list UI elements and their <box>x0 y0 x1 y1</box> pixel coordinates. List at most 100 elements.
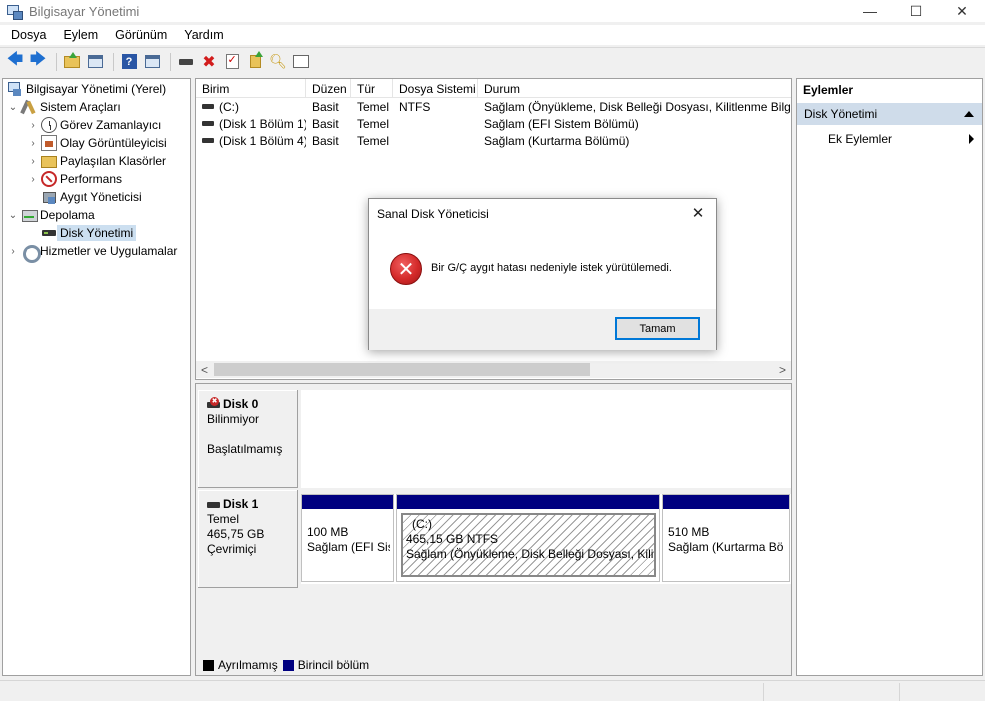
chevron-down-icon[interactable]: ⌄ <box>7 102 19 113</box>
back-button[interactable]: 🡄 <box>5 51 25 72</box>
partition-status: Sağlam (EFI Sis <box>307 540 390 554</box>
volume-icon <box>202 104 214 109</box>
ok-button[interactable]: Tamam <box>615 317 700 340</box>
partition-recovery[interactable]: 510 MB Sağlam (Kurtarma Bö <box>662 494 790 582</box>
disk-name: Disk 0 <box>223 397 259 411</box>
maximize-button[interactable]: ☐ <box>893 0 939 22</box>
connect-drive-button[interactable] <box>176 52 196 72</box>
status-bar <box>0 680 985 701</box>
tree-item-label: Sistem Araçları <box>40 100 121 114</box>
computer-icon <box>7 81 23 97</box>
table-row[interactable]: (Disk 1 Bölüm 4) Basit Temel Sağlam (Kur… <box>196 132 791 149</box>
menu-action[interactable]: Eylem <box>57 28 104 42</box>
volume-filesystem <box>393 132 478 149</box>
tree-item-device-manager[interactable]: Aygıt Yöneticisi <box>39 188 142 206</box>
scroll-right-icon[interactable]: > <box>774 361 791 378</box>
chevron-down-icon[interactable]: ⌄ <box>7 210 19 221</box>
menu-bar: Dosya Eylem Görünüm Yardım <box>0 25 985 45</box>
tree-item-services[interactable]: › Hizmetler ve Uygulamalar <box>7 242 177 263</box>
scroll-left-icon[interactable]: < <box>196 361 213 378</box>
volume-status: Sağlam (EFI Sistem Bölümü) <box>484 116 639 131</box>
tree-item-disk-management[interactable]: Disk Yönetimi <box>39 224 137 242</box>
menu-help[interactable]: Yardım <box>178 28 229 42</box>
console-tree-icon <box>87 55 103 68</box>
disk-status: Başlatılmamış <box>207 442 283 456</box>
column-header-filesystem[interactable]: Dosya Sistemi <box>393 79 478 98</box>
primary-partition-bar <box>663 495 789 509</box>
scrollbar-thumb[interactable] <box>214 363 590 376</box>
horizontal-scrollbar[interactable]: < > <box>196 361 791 378</box>
disk-1-label[interactable]: Disk 1 Temel 465,75 GB Çevrimiçi <box>198 490 298 588</box>
volume-layout: Basit <box>312 116 339 131</box>
status-segment <box>899 683 985 701</box>
chevron-right-icon[interactable]: › <box>27 120 39 131</box>
partition-status: Sağlam (Kurtarma Bö <box>668 540 784 554</box>
menu-file[interactable]: Dosya <box>5 28 52 42</box>
show-hide-action-pane-button[interactable] <box>142 52 162 72</box>
partition-size: 100 MB <box>307 525 349 539</box>
partition-size: 465,15 GB NTFS <box>406 532 499 546</box>
actions-section-label: Disk Yönetimi <box>804 107 878 121</box>
delete-button[interactable]: ✖ <box>199 52 219 72</box>
chevron-right-icon[interactable]: › <box>27 138 39 149</box>
minimize-button[interactable]: — <box>847 0 893 22</box>
dialog-message: Bir G/Ç aygıt hatası nedeniyle istek yür… <box>431 262 672 274</box>
show-hide-tree-button[interactable] <box>85 52 105 72</box>
tree-item-system-tools[interactable]: ⌄ Sistem Araçları <box>7 98 121 116</box>
column-header-status[interactable]: Durum <box>478 79 791 98</box>
help-icon: ? <box>121 54 137 69</box>
chevron-right-icon[interactable]: › <box>27 174 39 185</box>
tools-icon <box>21 99 37 115</box>
tree-item-task-scheduler[interactable]: › Görev Zamanlayıcı <box>27 116 161 134</box>
clock-icon <box>41 117 57 133</box>
help-button[interactable]: ? <box>119 52 139 72</box>
forward-button[interactable]: 🡆 <box>28 51 48 72</box>
table-row[interactable]: (C:) Basit Temel NTFS Sağlam (Önyükleme,… <box>196 98 791 115</box>
disk-0-label[interactable]: Disk 0 Bilinmiyor Başlatılmamış <box>198 390 298 488</box>
partition-status: Sağlam (Önyükleme, Disk Belleği Dosyası,… <box>406 547 656 561</box>
volume-status: Sağlam (Kurtarma Bölümü) <box>484 133 630 148</box>
table-row[interactable]: (Disk 1 Bölüm 1) Basit Temel Sağlam (EFI… <box>196 115 791 132</box>
arrow-left-icon: 🡄 <box>6 51 24 68</box>
tree-item-root[interactable]: Bilgisayar Yönetimi (Yerel) <box>7 80 166 98</box>
properties-button[interactable] <box>222 52 242 72</box>
volume-icon <box>202 138 214 143</box>
actions-pane: Eylemler Disk Yönetimi Ek Eylemler <box>796 78 983 676</box>
disk-map: Disk 0 Bilinmiyor Başlatılmamış Disk 1 T… <box>195 383 792 676</box>
shared-folder-icon <box>41 156 57 168</box>
volume-filesystem: NTFS <box>399 99 431 114</box>
volume-filesystem <box>393 115 478 132</box>
chevron-right-icon[interactable]: › <box>27 156 39 167</box>
device-manager-icon <box>41 189 57 205</box>
dialog-close-button[interactable]: ✕ <box>688 203 708 223</box>
tree-item-shared-folders[interactable]: › Paylaşılan Klasörler <box>27 152 166 170</box>
collapse-caret-icon[interactable] <box>964 111 974 117</box>
action-more-actions[interactable]: Ek Eylemler <box>797 129 982 149</box>
tree-item-performance[interactable]: › Performans <box>27 170 122 188</box>
tree-item-event-viewer[interactable]: › Olay Görüntüleyicisi <box>27 134 167 152</box>
export-icon <box>249 51 263 68</box>
column-header-type[interactable]: Tür <box>351 79 393 98</box>
column-header-layout[interactable]: Düzen <box>306 79 351 98</box>
tree-item-storage[interactable]: ⌄ Depolama <box>7 206 95 224</box>
volume-name: (C:) <box>219 99 239 114</box>
chevron-right-icon[interactable]: › <box>7 246 19 257</box>
tree-item-label: Depolama <box>40 208 95 222</box>
search-button[interactable]: 🔍︎ <box>268 52 288 72</box>
partition-efi[interactable]: 100 MB Sağlam (EFI Sis <box>301 494 394 582</box>
actions-section-disk-management[interactable]: Disk Yönetimi <box>797 103 982 125</box>
export-button[interactable] <box>245 51 265 72</box>
list-view-button[interactable] <box>291 52 311 72</box>
tree-item-label: Aygıt Yöneticisi <box>60 190 142 204</box>
partition-c[interactable]: (C:) 465,15 GB NTFS Sağlam (Önyükleme, D… <box>396 494 660 582</box>
legend-swatch-unallocated <box>203 659 214 671</box>
menu-view[interactable]: Görünüm <box>109 28 173 42</box>
up-one-level-button[interactable] <box>62 51 82 72</box>
close-button[interactable]: ✕ <box>939 0 985 22</box>
column-header-volume[interactable]: Birim <box>196 79 306 98</box>
volume-type: Temel <box>357 99 390 114</box>
error-icon: ✕ <box>390 253 422 285</box>
submenu-arrow-icon <box>969 134 974 144</box>
drive-icon <box>179 58 193 65</box>
actions-header: Eylemler <box>803 83 854 97</box>
